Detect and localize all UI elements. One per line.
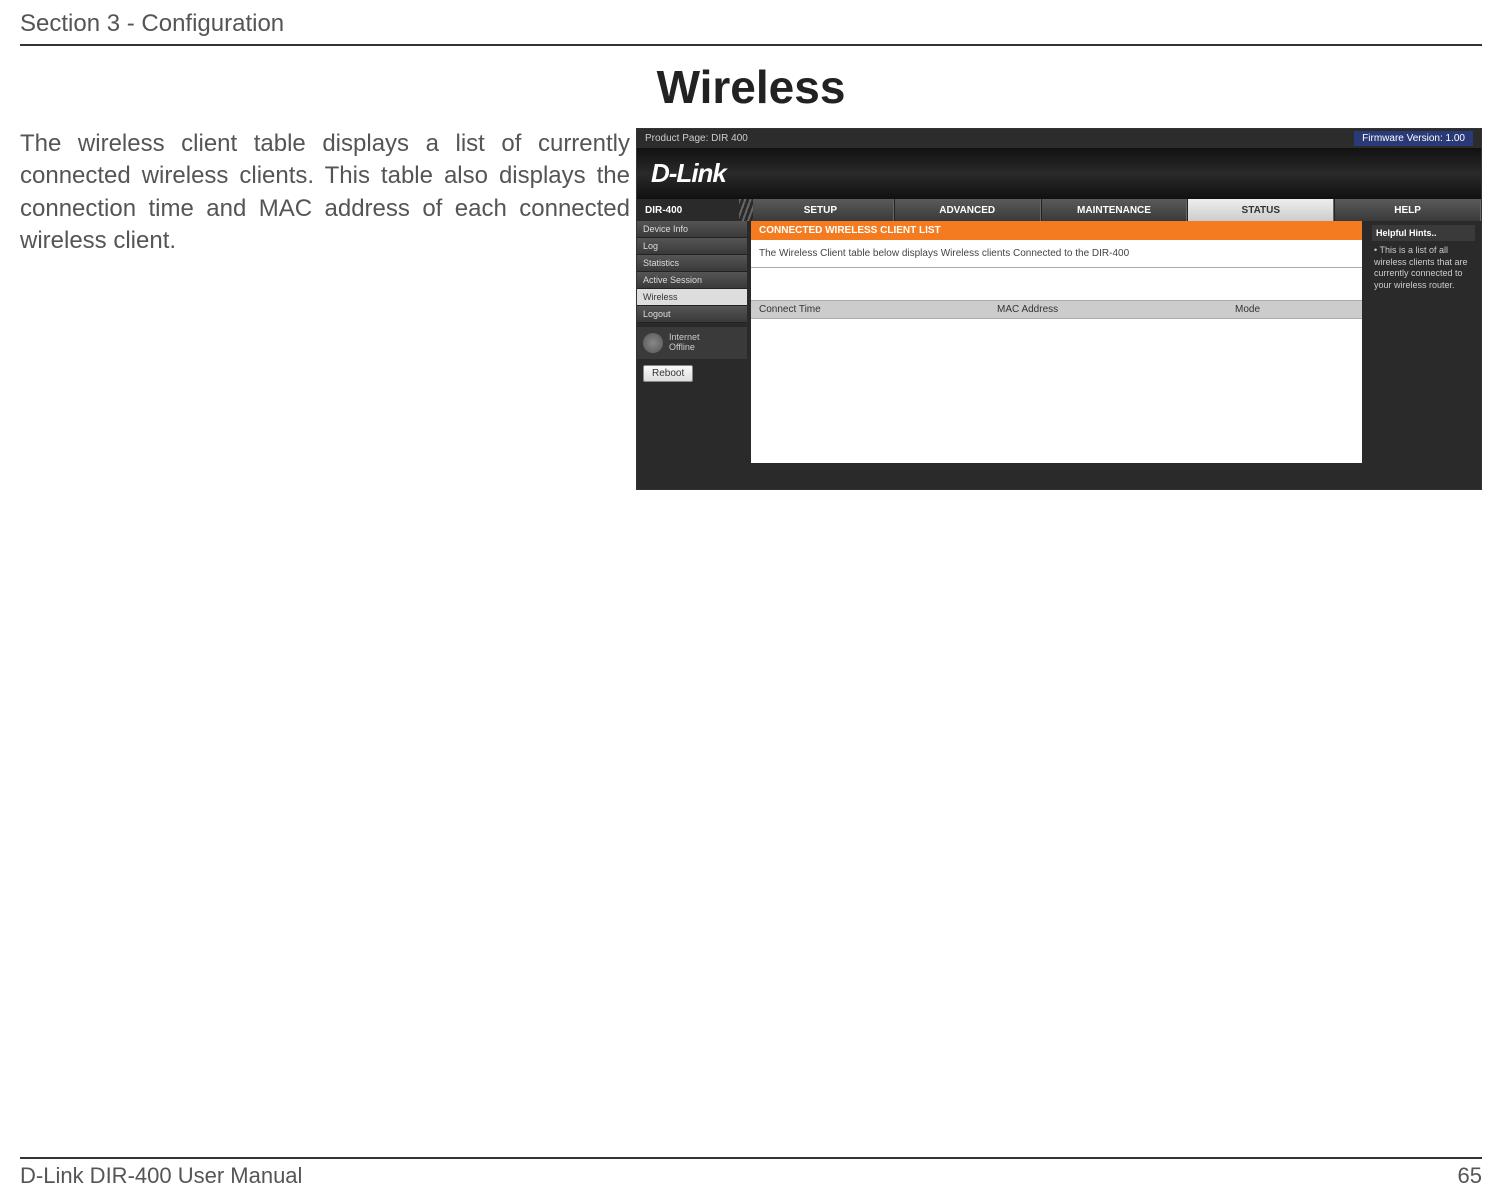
reboot-button[interactable]: Reboot (643, 365, 693, 382)
sidebar-item-active-session[interactable]: Active Session (637, 272, 747, 289)
section-header: Section 3 - Configuration (20, 10, 1482, 46)
tab-advanced[interactable]: ADVANCED (894, 199, 1041, 221)
tab-setup[interactable]: SETUP (747, 199, 894, 221)
nav-row: DIR-400 SETUP ADVANCED MAINTENANCE STATU… (637, 199, 1481, 221)
globe-icon (643, 333, 663, 353)
panel-description: The Wireless Client table below displays… (751, 240, 1362, 268)
sidebar-item-log[interactable]: Log (637, 238, 747, 255)
page-footer: D-Link DIR-400 User Manual 65 (20, 1157, 1482, 1189)
footer-left: D-Link DIR-400 User Manual (20, 1163, 302, 1189)
hints-title: Helpful Hints.. (1372, 225, 1475, 241)
body-text: The wireless client table displays a lis… (20, 128, 630, 490)
sidebar-item-statistics[interactable]: Statistics (637, 255, 747, 272)
panel-header: CONNECTED WIRELESS CLIENT LIST (751, 221, 1362, 240)
main-area: Device Info Log Statistics Active Sessio… (637, 221, 1481, 471)
tab-help[interactable]: HELP (1334, 199, 1481, 221)
bottom-bar (637, 471, 1481, 489)
hints-body: • This is a list of all wireless clients… (1372, 245, 1475, 292)
tab-status[interactable]: STATUS (1187, 199, 1334, 221)
sidebar: Device Info Log Statistics Active Sessio… (637, 221, 747, 463)
page-title: Wireless (20, 60, 1482, 114)
center-panel: CONNECTED WIRELESS CLIENT LIST The Wirel… (751, 221, 1362, 463)
internet-status-line2: Offline (669, 343, 700, 353)
product-page-label: Product Page: DIR 400 (645, 133, 748, 144)
tabs: SETUP ADVANCED MAINTENANCE STATUS HELP (747, 199, 1481, 221)
firmware-label: Firmware Version: 1.00 (1354, 131, 1473, 146)
router-screenshot: Product Page: DIR 400 Firmware Version: … (636, 128, 1482, 490)
top-bar: Product Page: DIR 400 Firmware Version: … (637, 129, 1481, 148)
tab-maintenance[interactable]: MAINTENANCE (1041, 199, 1188, 221)
content-row: The wireless client table displays a lis… (20, 128, 1482, 490)
col-connect-time: Connect Time (759, 304, 997, 315)
model-label: DIR-400 (637, 199, 747, 221)
sidebar-item-device-info[interactable]: Device Info (637, 221, 747, 238)
table-header: Connect Time MAC Address Mode (751, 300, 1362, 319)
footer-right: 65 (1458, 1163, 1482, 1189)
col-mac-address: MAC Address (997, 304, 1235, 315)
col-mode: Mode (1235, 304, 1354, 315)
logo-bar: D-Link (637, 148, 1481, 199)
sidebar-item-logout[interactable]: Logout (637, 306, 747, 323)
brand-logo: D-Link (651, 158, 726, 189)
internet-status: Internet Offline (637, 327, 747, 359)
sidebar-item-wireless[interactable]: Wireless (637, 289, 747, 306)
hints-column: Helpful Hints.. • This is a list of all … (1366, 221, 1481, 463)
